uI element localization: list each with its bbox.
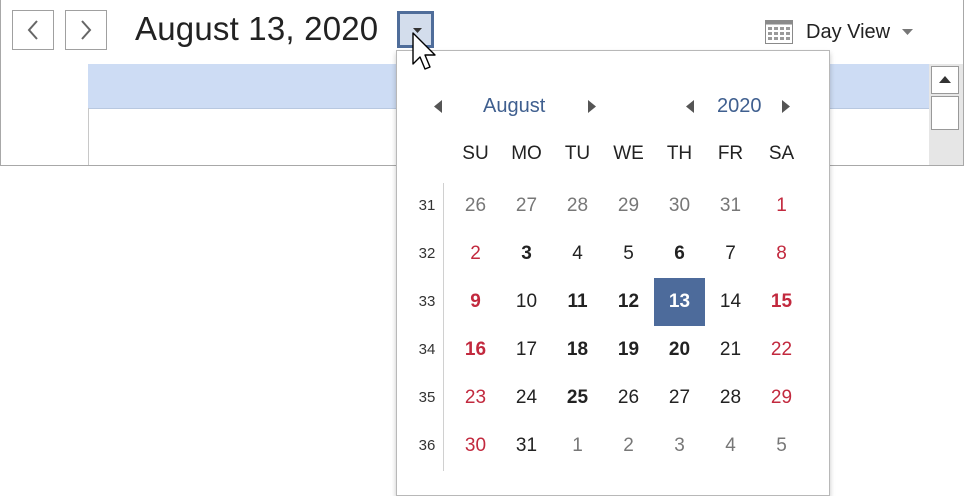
day-cell[interactable]: 20 (654, 326, 705, 374)
vertical-scrollbar[interactable] (929, 64, 963, 165)
day-cell[interactable]: 31 (705, 182, 756, 230)
day-cell[interactable]: 2 (450, 230, 501, 278)
day-cell[interactable]: 5 (603, 230, 654, 278)
day-cell[interactable]: 14 (705, 278, 756, 326)
day-cell[interactable]: 4 (705, 422, 756, 470)
day-cell[interactable]: 3 (654, 422, 705, 470)
day-cell[interactable]: 30 (654, 182, 705, 230)
weekday-header: MO (511, 143, 542, 164)
chevron-down-icon (902, 29, 914, 35)
selected-day-cell[interactable]: 13 (654, 278, 705, 326)
day-cell[interactable]: 28 (705, 374, 756, 422)
day-cell[interactable]: 22 (756, 326, 807, 374)
day-cell[interactable]: 26 (603, 374, 654, 422)
day-cell[interactable]: 12 (603, 278, 654, 326)
day-cell[interactable]: 27 (654, 374, 705, 422)
month-label: August (483, 94, 546, 117)
week-number: 33 (418, 293, 436, 310)
day-cell[interactable]: 24 (501, 374, 552, 422)
week-number: 35 (418, 389, 436, 406)
week-number: 34 (418, 341, 436, 358)
day-cell[interactable]: 2 (603, 422, 654, 470)
year-selector[interactable]: 2020 (717, 91, 762, 121)
weekday-header: FR (717, 143, 744, 164)
mouse-cursor-icon (412, 32, 436, 70)
view-selector-label: Day View (806, 20, 891, 43)
year-label: 2020 (717, 94, 762, 117)
day-cell[interactable]: 27 (501, 182, 552, 230)
day-cell[interactable]: 7 (705, 230, 756, 278)
weekday-header: TH (666, 143, 693, 164)
day-cell[interactable]: 29 (756, 374, 807, 422)
day-cell[interactable]: 23 (450, 374, 501, 422)
day-cell[interactable]: 25 (552, 374, 603, 422)
day-cell[interactable]: 31 (501, 422, 552, 470)
day-cell[interactable]: 9 (450, 278, 501, 326)
day-cell[interactable]: 17 (501, 326, 552, 374)
day-cell[interactable]: 16 (450, 326, 501, 374)
day-cell[interactable]: 18 (552, 326, 603, 374)
day-cell[interactable]: 15 (756, 278, 807, 326)
day-cell[interactable]: 10 (501, 278, 552, 326)
day-cell[interactable]: 28 (552, 182, 603, 230)
day-cell[interactable]: 29 (603, 182, 654, 230)
weekday-header: SU (462, 143, 489, 164)
weekday-header: TU (564, 143, 591, 164)
previous-month-icon[interactable] (434, 100, 442, 113)
scroll-up-button[interactable] (931, 66, 959, 94)
chevron-left-icon (27, 20, 38, 40)
arrow-up-icon (939, 76, 951, 83)
day-cell[interactable]: 19 (603, 326, 654, 374)
month-selector[interactable]: August (483, 91, 545, 121)
previous-date-button[interactable] (12, 10, 54, 50)
next-date-button[interactable] (65, 10, 107, 50)
calendar-grid-icon (765, 20, 793, 44)
scrollbar-thumb[interactable] (931, 96, 959, 130)
weekday-header: WE (613, 143, 644, 164)
day-cell[interactable]: 11 (552, 278, 603, 326)
week-number-divider (443, 183, 444, 471)
date-picker-popup: August 2020 SU MO TU WE TH FR SA 31 26 27 28 29 30 3… (396, 50, 830, 496)
week-number: 36 (418, 437, 436, 454)
day-cell[interactable]: 30 (450, 422, 501, 470)
day-cell[interactable]: 3 (501, 230, 552, 278)
previous-year-icon[interactable] (686, 100, 694, 113)
weekday-header: SA (768, 143, 795, 164)
day-cell[interactable]: 1 (756, 182, 807, 230)
next-month-icon[interactable] (588, 100, 596, 113)
day-cell[interactable]: 5 (756, 422, 807, 470)
day-cell[interactable]: 8 (756, 230, 807, 278)
view-selector[interactable]: Day View (765, 18, 914, 46)
day-cell[interactable]: 21 (705, 326, 756, 374)
week-number: 31 (418, 197, 436, 214)
next-year-icon[interactable] (782, 100, 790, 113)
day-cell[interactable]: 6 (654, 230, 705, 278)
current-date-title[interactable]: August 13, 2020 (135, 10, 378, 48)
chevron-right-icon (81, 20, 92, 40)
day-cell[interactable]: 26 (450, 182, 501, 230)
day-cell[interactable]: 4 (552, 230, 603, 278)
week-number: 32 (418, 245, 436, 262)
day-cell[interactable]: 1 (552, 422, 603, 470)
